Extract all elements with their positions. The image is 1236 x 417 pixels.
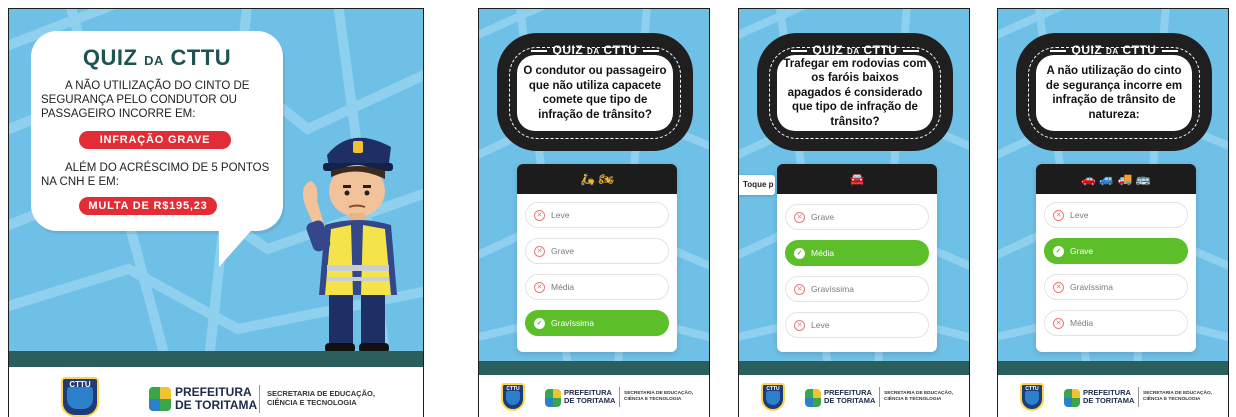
tap-hint-tooltip: Toque p — [739, 175, 775, 195]
paragraph-points: ALÉM DO ACRÉSCIMO DE 5 PONTOS NA CNH E E… — [41, 162, 270, 188]
toritama-emblem-icon — [545, 389, 561, 407]
check-icon: ✓ — [534, 317, 545, 329]
quiz-collage: QUIZ DA CTTU A NÃO UTILIZAÇÃO DO CINTO D… — [0, 0, 1236, 417]
map-background: QUIZ DA CTTU A NÃO UTILIZAÇÃO DO CINTO D… — [9, 9, 423, 351]
option-media-correct[interactable]: ✓ Média — [785, 240, 929, 266]
cttu-shield-logo: CTTU — [61, 377, 99, 417]
footer-band — [9, 351, 423, 367]
wrong-x-icon: ✕ — [1053, 317, 1064, 329]
wrong-x-icon: ✕ — [794, 283, 805, 295]
question-road-frame: QUIZ DA CTTU Trafegar em rodovias com os… — [757, 33, 953, 151]
cttu-shield-logo: CTTU — [761, 383, 785, 411]
footer-logos: CTTU PREFEITURA DE TORITAMA SECRETARIA DE… — [998, 375, 1228, 417]
speech-bubble: QUIZ DA CTTU A NÃO UTILIZAÇÃO DO CINTO D… — [31, 31, 283, 231]
check-icon: ✓ — [794, 247, 805, 259]
toritama-emblem-icon — [1064, 389, 1080, 407]
option-grave[interactable]: ✕ Grave — [785, 204, 929, 230]
answer-panel: 🚗 🚙 🚚 🚌 ✕ Leve ✓ Grave ✕ Gravíssima ✕ Média — [1036, 164, 1196, 352]
poster-quiz-farois: QUIZ DA CTTU Trafegar em rodovias com os… — [738, 8, 970, 417]
prefeitura-label: PREFEITURA DE TORITAMA — [564, 388, 616, 405]
question-text: A não utilização do cinto de segurança i… — [1036, 55, 1192, 131]
wrong-x-icon: ✕ — [1053, 281, 1064, 293]
poster-intro: QUIZ DA CTTU A NÃO UTILIZAÇÃO DO CINTO D… — [8, 8, 424, 417]
answer-panel: 🛵 🏍 ✕ Leve ✕ Grave ✕ Média ✓ Gravíssima — [517, 164, 677, 352]
answer-panel: 🚘 ✕ Grave ✓ Média ✕ Gravíssima ✕ Leve — [777, 164, 937, 352]
footer-separator — [259, 385, 260, 413]
option-leve[interactable]: ✕ Leve — [785, 312, 929, 338]
map-background: QUIZ DA CTTU O condutor ou passageiro qu… — [479, 9, 709, 361]
cttu-shield-logo: CTTU — [1020, 383, 1044, 411]
paragraph-seatbelt: A NÃO UTILIZAÇÃO DO CINTO DE SEGURANÇA P… — [41, 80, 250, 120]
secretaria-label: SECRETARIA DE EDUCAÇÃO, CIÊNCIA E TECNOLO… — [267, 389, 375, 407]
footer-separator — [879, 387, 880, 407]
option-grave[interactable]: ✕ Grave — [525, 238, 669, 264]
map-background: QUIZ DA CTTU Trafegar em rodovias com os… — [739, 9, 969, 361]
question-road-frame: QUIZ DA CTTU A não utilização do cinto d… — [1016, 33, 1212, 151]
secretaria-label: SECRETARIA DE EDUCAÇÃO, CIÊNCIA E TECNOLO… — [624, 391, 694, 402]
prefeitura-label: PREFEITURA DE TORITAMA — [1083, 388, 1135, 405]
badge-multa: MULTA DE R$195,23 — [79, 197, 217, 215]
footer-logos: CTTU PREFEITURA DE TORITAMA SECRETARIA DE… — [9, 367, 423, 417]
wrong-x-icon: ✕ — [534, 245, 545, 257]
toritama-emblem-icon — [149, 387, 171, 411]
option-media[interactable]: ✕ Média — [525, 274, 669, 300]
question-text: Trafegar em rodovias com os faróis baixo… — [777, 55, 933, 131]
footer-band — [998, 361, 1228, 375]
wrong-x-icon: ✕ — [534, 209, 545, 221]
panel-header-emoji: 🛵 🏍 — [517, 164, 677, 194]
option-leve[interactable]: ✕ Leve — [1044, 202, 1188, 228]
prefeitura-label: PREFEITURA DE TORITAMA — [175, 385, 258, 412]
check-icon: ✓ — [1053, 245, 1064, 257]
wrong-x-icon: ✕ — [1053, 209, 1064, 221]
footer-band — [739, 361, 969, 375]
footer-logos: CTTU PREFEITURA DE TORITAMA SECRETARIA DE… — [739, 375, 969, 417]
wrong-x-icon: ✕ — [534, 281, 545, 293]
question-text: O condutor ou passageiro que não utiliza… — [517, 55, 673, 131]
option-grave-correct[interactable]: ✓ Grave — [1044, 238, 1188, 264]
option-gravissima[interactable]: ✕ Gravíssima — [785, 276, 929, 302]
question-road-frame: QUIZ DA CTTU O condutor ou passageiro qu… — [497, 33, 693, 151]
poster-quiz-capacete: QUIZ DA CTTU O condutor ou passageiro qu… — [478, 8, 710, 417]
option-media[interactable]: ✕ Média — [1044, 310, 1188, 336]
panel-header-emoji: 🚘 — [777, 164, 937, 194]
cttu-shield-logo: CTTU — [501, 383, 525, 411]
option-gravissima[interactable]: ✕ Gravíssima — [1044, 274, 1188, 300]
map-background: QUIZ DA CTTU A não utilização do cinto d… — [998, 9, 1228, 361]
option-leve[interactable]: ✕ Leve — [525, 202, 669, 228]
secretaria-label: SECRETARIA DE EDUCAÇÃO, CIÊNCIA E TECNOLO… — [884, 391, 954, 402]
toritama-emblem-icon — [805, 389, 821, 407]
speech-bubble-tail — [219, 215, 265, 267]
wrong-x-icon: ✕ — [794, 211, 805, 223]
quiz-title: QUIZ DA CTTU — [82, 45, 232, 70]
footer-separator — [619, 387, 620, 407]
badge-infracao-grave: INFRAÇÃO GRAVE — [79, 131, 231, 149]
panel-header-emoji: 🚗 🚙 🚚 🚌 — [1036, 164, 1196, 194]
poster-quiz-cinto: QUIZ DA CTTU A não utilização do cinto d… — [997, 8, 1229, 417]
footer-separator — [1138, 387, 1139, 407]
wrong-x-icon: ✕ — [794, 319, 805, 331]
traffic-officer-illustration — [303, 137, 397, 351]
footer-band — [479, 361, 709, 375]
secretaria-label: SECRETARIA DE EDUCAÇÃO, CIÊNCIA E TECNOLO… — [1143, 391, 1213, 402]
prefeitura-label: PREFEITURA DE TORITAMA — [824, 388, 876, 405]
option-gravissima-correct[interactable]: ✓ Gravíssima — [525, 310, 669, 336]
footer-logos: CTTU PREFEITURA DE TORITAMA SECRETARIA DE… — [479, 375, 709, 417]
